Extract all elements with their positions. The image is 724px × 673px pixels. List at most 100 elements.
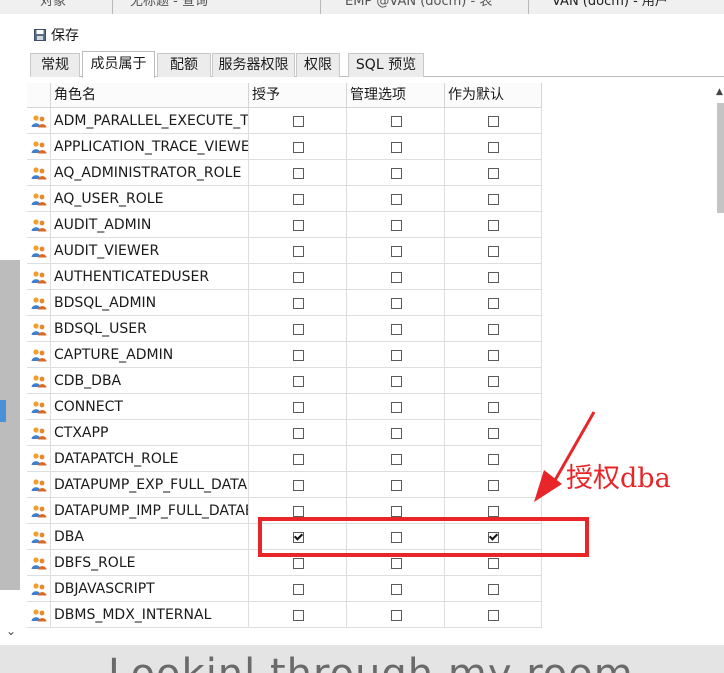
granted-checkbox[interactable] xyxy=(292,193,304,205)
role-users-icon xyxy=(31,531,47,544)
table-row[interactable]: ADM_PARALLEL_EXECUTE_TASK xyxy=(27,108,542,134)
table-row[interactable]: CTXAPP xyxy=(27,420,542,446)
table-row[interactable]: APPLICATION_TRACE_VIEWER xyxy=(27,134,542,160)
tab-quota[interactable]: 配额 xyxy=(157,53,211,77)
role-users-icon xyxy=(31,375,47,388)
default-checkbox[interactable] xyxy=(488,557,499,569)
tab-sql-preview[interactable]: SQL 预览 xyxy=(348,53,424,77)
default-checkbox[interactable] xyxy=(488,479,499,491)
tab-member-of[interactable]: 成员属于 xyxy=(82,51,155,78)
table-row[interactable]: DBJAVASCRIPT xyxy=(27,576,542,602)
default-checkbox[interactable] xyxy=(488,349,499,361)
header-default[interactable]: 作为默认 xyxy=(445,83,542,108)
table-row[interactable]: AQ_ADMINISTRATOR_ROLE xyxy=(27,160,542,186)
tab-general[interactable]: 常规 xyxy=(30,53,80,77)
role-users-icon xyxy=(31,349,47,362)
granted-checkbox[interactable] xyxy=(292,557,304,569)
header-admin-option[interactable]: 管理选项 xyxy=(347,83,445,108)
default-checkbox[interactable] xyxy=(488,245,499,257)
granted-checkbox[interactable] xyxy=(292,349,304,361)
admin-option-checkbox[interactable] xyxy=(390,401,402,413)
granted-checkbox[interactable] xyxy=(292,453,304,465)
admin-option-checkbox[interactable] xyxy=(390,297,402,309)
header-role-name[interactable]: 角色名 xyxy=(51,83,249,108)
granted-cell xyxy=(249,134,347,160)
granted-checkbox[interactable] xyxy=(292,245,304,257)
default-checkbox[interactable] xyxy=(488,453,499,465)
default-checkbox[interactable] xyxy=(488,193,499,205)
table-row[interactable]: DATAPUMP_EXP_FULL_DATABASE xyxy=(27,472,542,498)
default-checkbox[interactable] xyxy=(488,219,499,231)
granted-checkbox[interactable] xyxy=(292,297,304,309)
granted-checkbox[interactable] xyxy=(292,479,304,491)
admin-option-checkbox[interactable] xyxy=(390,375,402,387)
admin-option-checkbox[interactable] xyxy=(390,271,402,283)
admin-option-checkbox[interactable] xyxy=(390,323,402,335)
admin-option-checkbox[interactable] xyxy=(390,115,402,127)
vertical-scrollbar[interactable]: ▲ xyxy=(715,83,724,643)
tab-emp-table[interactable]: EMP @VAN (docm) - 表 xyxy=(345,0,492,12)
granted-checkbox[interactable] xyxy=(292,219,304,231)
admin-option-checkbox[interactable] xyxy=(390,609,402,621)
admin-option-checkbox[interactable] xyxy=(390,193,402,205)
default-checkbox[interactable] xyxy=(488,583,499,595)
admin-option-checkbox[interactable] xyxy=(390,557,402,569)
table-row[interactable]: BDSQL_USER xyxy=(27,316,542,342)
default-checkbox[interactable] xyxy=(488,375,499,387)
granted-checkbox[interactable] xyxy=(292,115,304,127)
admin-option-checkbox[interactable] xyxy=(390,167,402,179)
granted-checkbox[interactable] xyxy=(292,401,304,413)
default-checkbox[interactable] xyxy=(488,505,499,517)
granted-checkbox[interactable] xyxy=(292,323,304,335)
granted-checkbox[interactable] xyxy=(292,427,304,439)
tab-objects[interactable]: 对象 xyxy=(40,0,66,12)
default-checkbox[interactable] xyxy=(488,401,499,413)
granted-checkbox[interactable] xyxy=(292,609,304,621)
table-row[interactable]: AUDIT_ADMIN xyxy=(27,212,542,238)
save-button[interactable]: 保存 xyxy=(34,24,79,46)
role-users-icon xyxy=(31,505,47,518)
tab-server-privileges[interactable]: 服务器权限 xyxy=(212,53,295,77)
granted-checkbox[interactable] xyxy=(292,583,304,595)
default-checkbox[interactable] xyxy=(488,115,499,127)
default-checkbox[interactable] xyxy=(488,271,499,283)
tab-privileges[interactable]: 权限 xyxy=(296,53,340,77)
table-row[interactable]: DBMS_MDX_INTERNAL xyxy=(27,602,542,628)
chevron-down-icon[interactable]: ⌄ xyxy=(6,624,16,638)
admin-option-checkbox[interactable] xyxy=(390,583,402,595)
admin-option-checkbox[interactable] xyxy=(390,245,402,257)
default-checkbox[interactable] xyxy=(488,609,499,621)
default-checkbox[interactable] xyxy=(488,323,499,335)
admin-option-checkbox[interactable] xyxy=(390,479,402,491)
admin-option-checkbox[interactable] xyxy=(390,219,402,231)
header-granted[interactable]: 授予 xyxy=(249,83,347,108)
granted-checkbox[interactable] xyxy=(292,167,304,179)
granted-checkbox[interactable] xyxy=(292,141,304,153)
table-row[interactable]: CONNECT xyxy=(27,394,542,420)
admin-option-checkbox[interactable] xyxy=(390,505,402,517)
table-row[interactable]: DATAPATCH_ROLE xyxy=(27,446,542,472)
table-row[interactable]: AUDIT_VIEWER xyxy=(27,238,542,264)
granted-checkbox[interactable] xyxy=(292,271,304,283)
admin-option-checkbox[interactable] xyxy=(390,141,402,153)
admin-option-checkbox[interactable] xyxy=(390,349,402,361)
table-row[interactable]: CDB_DBA xyxy=(27,368,542,394)
granted-checkbox[interactable] xyxy=(292,505,304,517)
default-checkbox[interactable] xyxy=(488,167,499,179)
granted-checkbox[interactable] xyxy=(292,375,304,387)
admin-option-checkbox[interactable] xyxy=(390,427,402,439)
table-row[interactable]: AQ_USER_ROLE xyxy=(27,186,542,212)
default-checkbox[interactable] xyxy=(488,297,499,309)
role-users-icon xyxy=(31,609,47,622)
scroll-up-icon[interactable]: ▲ xyxy=(716,87,723,97)
default-checkbox[interactable] xyxy=(488,427,499,439)
tab-van-user[interactable]: VAN (docm) - 用户 xyxy=(552,0,668,12)
admin-option-checkbox[interactable] xyxy=(390,453,402,465)
table-row[interactable]: BDSQL_ADMIN xyxy=(27,290,542,316)
table-row[interactable]: CAPTURE_ADMIN xyxy=(27,342,542,368)
scrollbar-thumb[interactable] xyxy=(717,103,724,213)
table-row[interactable]: AUTHENTICATEDUSER xyxy=(27,264,542,290)
role-users-icon xyxy=(31,297,47,310)
default-checkbox[interactable] xyxy=(488,141,499,153)
tab-untitled-query[interactable]: 无标题 - 查询 xyxy=(130,0,208,12)
